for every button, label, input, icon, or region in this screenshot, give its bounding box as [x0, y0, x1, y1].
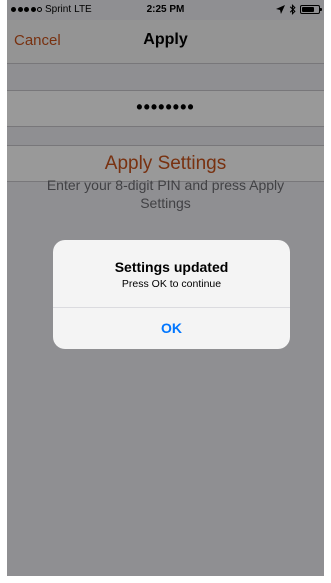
alert-title: Settings updated — [114, 259, 229, 275]
phone-screen: Sprint LTE 2:25 PM Cancel Apply ••••••••… — [7, 0, 324, 576]
ok-button[interactable]: OK — [53, 308, 290, 349]
alert-message: Press OK to continue — [121, 278, 222, 290]
alert-dialog: Settings updated Press OK to continue OK — [53, 240, 290, 349]
